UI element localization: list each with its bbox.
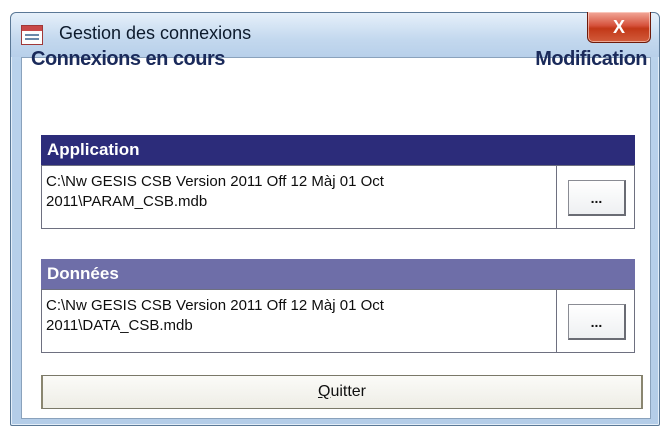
form-icon xyxy=(21,25,43,45)
column-divider xyxy=(556,290,557,352)
data-path: C:\Nw GESIS CSB Version 2011 Off 12 Màj … xyxy=(46,297,384,334)
application-section: C:\Nw GESIS CSB Version 2011 Off 12 Màj … xyxy=(41,165,635,229)
column-divider xyxy=(556,166,557,228)
connections-heading: Connexions en cours xyxy=(31,48,225,70)
dialog-window: Gestion des connexions X Connexions en c… xyxy=(10,12,660,426)
quit-label: uitter xyxy=(330,383,367,400)
browse-data-button[interactable]: ... xyxy=(568,304,626,340)
dialog-content xyxy=(21,57,651,419)
browse-application-button[interactable]: ... xyxy=(568,180,626,216)
application-path: C:\Nw GESIS CSB Version 2011 Off 12 Màj … xyxy=(46,173,384,210)
quit-mnemonic: Q xyxy=(317,383,331,400)
quit-button[interactable]: Quitter xyxy=(41,375,643,409)
window-title: Gestion des connexions xyxy=(59,23,252,43)
modification-heading: Modification xyxy=(535,48,647,70)
application-section-header: Application xyxy=(41,135,635,165)
data-section-header: Données xyxy=(41,259,635,289)
data-section: C:\Nw GESIS CSB Version 2011 Off 12 Màj … xyxy=(41,289,635,353)
close-button[interactable]: X xyxy=(587,12,651,43)
